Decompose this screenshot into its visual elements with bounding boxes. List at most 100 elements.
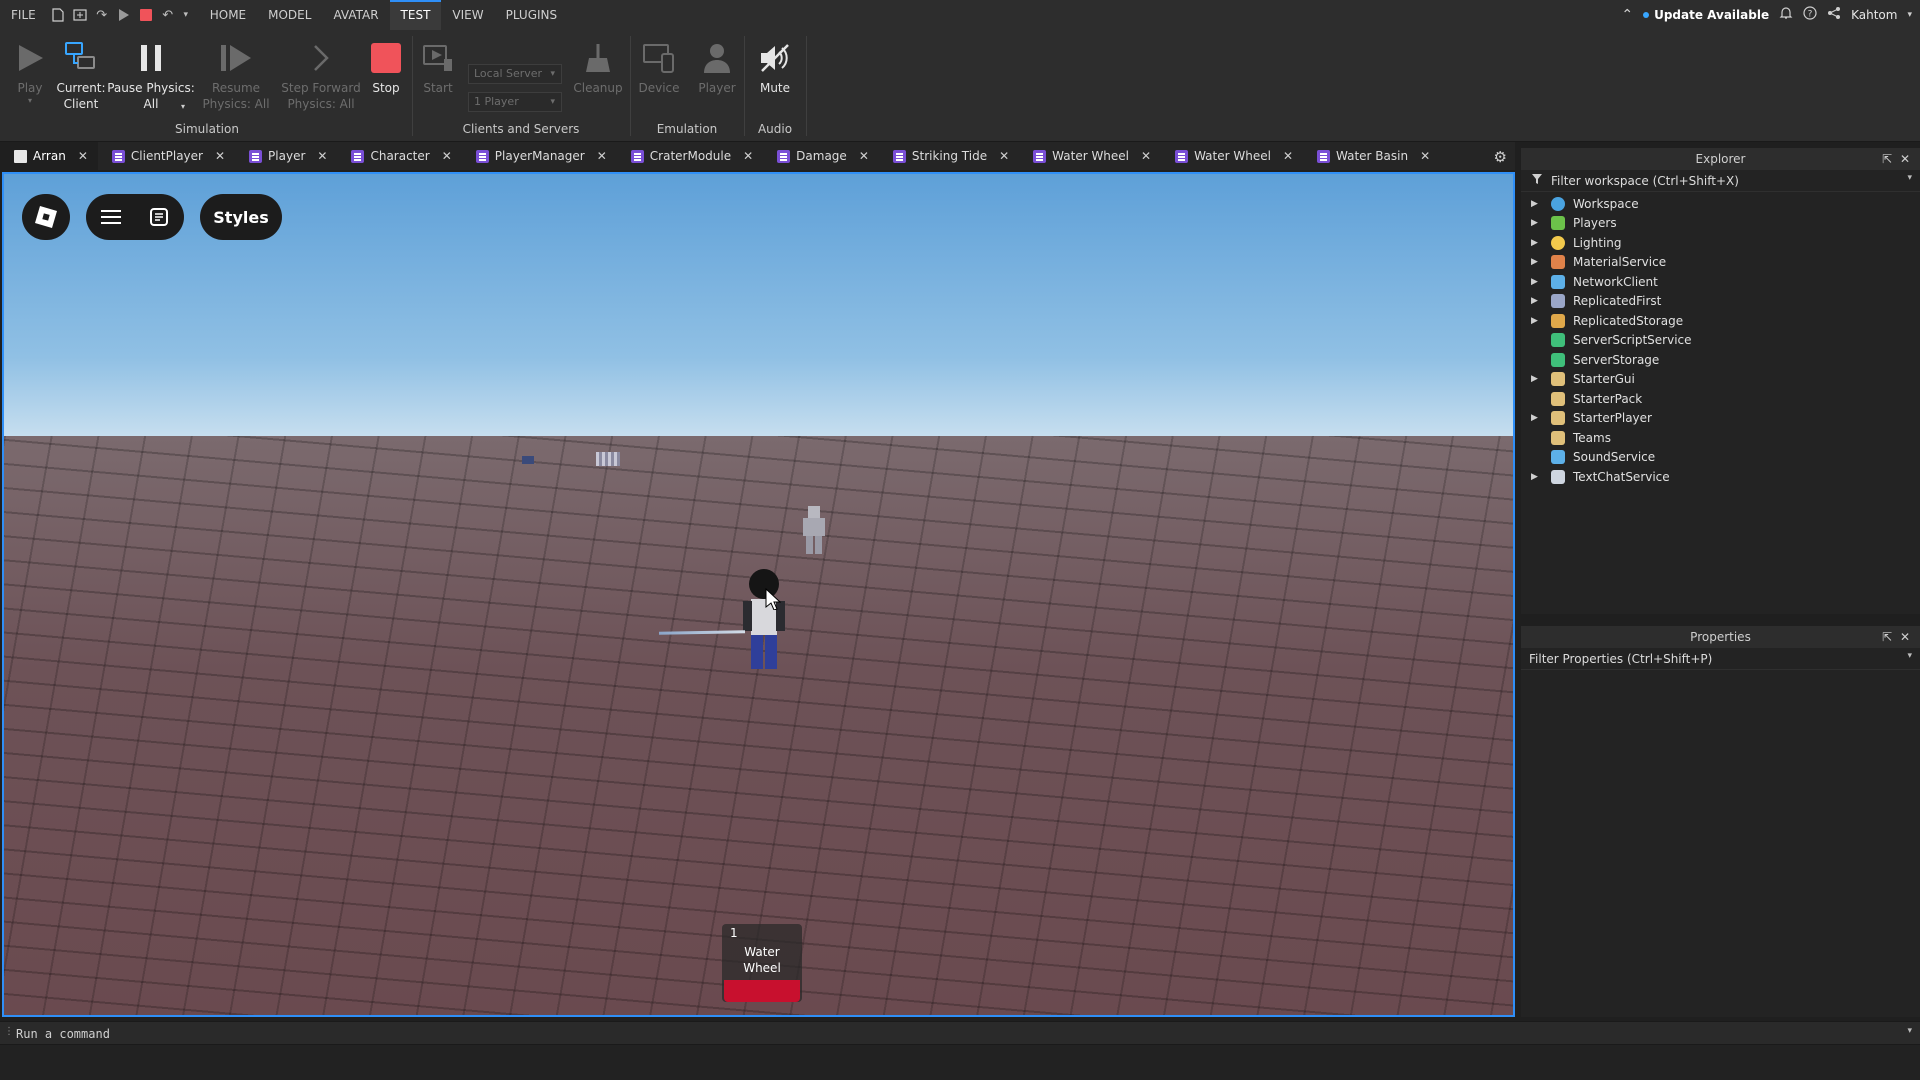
- close-icon[interactable]: ✕: [1900, 148, 1910, 170]
- tree-item-materialservice[interactable]: ▶ MaterialService: [1521, 253, 1920, 273]
- expand-arrow-icon[interactable]: ▶: [1531, 257, 1541, 267]
- close-icon[interactable]: ✕: [1420, 149, 1430, 163]
- close-icon[interactable]: ✕: [1900, 626, 1910, 648]
- styles-button[interactable]: Styles: [200, 194, 282, 240]
- expand-arrow-icon[interactable]: ▶: [1531, 238, 1541, 248]
- game-viewport[interactable]: Styles 1 Water Wheel: [2, 172, 1515, 1017]
- doc-tab-water-wheel-2[interactable]: Water Wheel ✕: [1161, 142, 1303, 170]
- menu-tab-avatar[interactable]: AVATAR: [322, 0, 389, 30]
- account-dropdown-icon[interactable]: ▾: [1907, 10, 1912, 20]
- close-icon[interactable]: ✕: [442, 149, 452, 163]
- command-input[interactable]: [16, 1024, 1876, 1044]
- tree-item-players[interactable]: ▶ Players: [1521, 214, 1920, 234]
- server-type-select[interactable]: Local Server ▾: [468, 64, 562, 84]
- player-count-select[interactable]: 1 Player ▾: [468, 92, 562, 112]
- tree-item-lighting[interactable]: ▶ Lighting: [1521, 233, 1920, 253]
- tree-item-replicatedfirst[interactable]: ▶ ReplicatedFirst: [1521, 292, 1920, 312]
- command-history-chevron-icon[interactable]: ▾: [1907, 1026, 1912, 1036]
- close-icon[interactable]: ✕: [859, 149, 869, 163]
- redo-icon[interactable]: ↷: [91, 0, 113, 30]
- expand-arrow-icon[interactable]: ▶: [1531, 218, 1541, 228]
- close-icon[interactable]: ✕: [743, 149, 753, 163]
- expand-arrow-icon[interactable]: ▶: [1531, 277, 1541, 287]
- update-available-button[interactable]: Update Available: [1643, 8, 1769, 22]
- expand-arrow-icon[interactable]: ▶: [1531, 296, 1541, 306]
- start-button[interactable]: Start: [418, 36, 458, 96]
- share-icon[interactable]: [1827, 6, 1841, 24]
- doc-tab-character[interactable]: Character ✕: [337, 142, 461, 170]
- current-client-button[interactable]: Current: Client: [54, 36, 108, 112]
- expand-arrow-icon[interactable]: ▶: [1531, 316, 1541, 326]
- open-file-icon[interactable]: [69, 0, 91, 30]
- play-quick-icon[interactable]: [113, 0, 135, 30]
- close-icon[interactable]: ✕: [597, 149, 607, 163]
- doc-tab-playermanager[interactable]: PlayerManager ✕: [462, 142, 617, 170]
- roblox-menu-button[interactable]: [22, 194, 70, 240]
- tree-item-textchatservice[interactable]: ▶ TextChatService: [1521, 467, 1920, 487]
- tree-item-serverscriptservice[interactable]: ServerScriptService: [1521, 331, 1920, 351]
- undo-icon[interactable]: ↶: [157, 0, 179, 30]
- menu-tab-test[interactable]: TEST: [389, 0, 442, 30]
- doc-tab-player[interactable]: Player ✕: [235, 142, 337, 170]
- properties-filter[interactable]: Filter Properties (Ctrl+Shift+P) ▾: [1521, 648, 1920, 670]
- tree-item-workspace[interactable]: ▶ Workspace: [1521, 194, 1920, 214]
- menu-tab-view[interactable]: VIEW: [441, 0, 494, 30]
- notification-bell-icon[interactable]: [1779, 6, 1793, 24]
- doc-tab-clientplayer[interactable]: ClientPlayer ✕: [98, 142, 235, 170]
- tree-item-teams[interactable]: Teams: [1521, 428, 1920, 448]
- tree-item-replicatedstorage[interactable]: ▶ ReplicatedStorage: [1521, 311, 1920, 331]
- undock-icon[interactable]: ⇱: [1882, 148, 1892, 170]
- close-icon[interactable]: ✕: [215, 149, 225, 163]
- pause-physics-button[interactable]: Pause Physics: All: [106, 36, 196, 112]
- play-button[interactable]: Play ▾: [12, 36, 48, 106]
- close-icon[interactable]: ✕: [317, 149, 327, 163]
- explorer-filter[interactable]: Filter workspace (Ctrl+Shift+X) ▾: [1521, 170, 1920, 192]
- tree-item-serverstorage[interactable]: ServerStorage: [1521, 350, 1920, 370]
- gear-icon[interactable]: ⚙: [1494, 148, 1507, 166]
- user-account-name[interactable]: Kahtom: [1851, 8, 1897, 22]
- menu-file[interactable]: FILE: [0, 0, 47, 30]
- close-icon[interactable]: ✕: [1283, 149, 1293, 163]
- expand-arrow-icon[interactable]: ▶: [1531, 472, 1541, 482]
- doc-tab-damage[interactable]: Damage ✕: [763, 142, 879, 170]
- expand-arrow-icon[interactable]: ▶: [1531, 199, 1541, 209]
- pause-dropdown-icon[interactable]: ▾: [181, 102, 185, 111]
- menu-tab-home[interactable]: HOME: [199, 0, 257, 30]
- collapse-ribbon-icon[interactable]: ⌃: [1621, 7, 1633, 23]
- step-forward-button[interactable]: Step Forward Physics: All: [278, 36, 364, 112]
- resume-physics-button[interactable]: Resume Physics: All: [200, 36, 272, 112]
- close-icon[interactable]: ✕: [78, 149, 88, 163]
- chevron-down-icon[interactable]: ▾: [1907, 651, 1912, 661]
- expand-arrow-icon[interactable]: ▶: [1531, 413, 1541, 423]
- hotbar-slot[interactable]: 1 Water Wheel: [722, 924, 802, 1002]
- doc-tab-striking-tide[interactable]: Striking Tide ✕: [879, 142, 1019, 170]
- stop-button[interactable]: Stop: [368, 36, 404, 96]
- doc-tab-water-basin[interactable]: Water Basin ✕: [1303, 142, 1440, 170]
- customize-toolbar-icon[interactable]: ▾: [179, 0, 193, 30]
- tree-item-soundservice[interactable]: SoundService: [1521, 448, 1920, 468]
- stop-quick-icon[interactable]: [135, 0, 157, 30]
- close-icon[interactable]: ✕: [999, 149, 1009, 163]
- play-dropdown-icon[interactable]: ▾: [28, 96, 32, 106]
- tree-item-starterplayer[interactable]: ▶ StarterPlayer: [1521, 409, 1920, 429]
- tree-item-networkclient[interactable]: ▶ NetworkClient: [1521, 272, 1920, 292]
- tree-item-startergui[interactable]: ▶ StarterGui: [1521, 370, 1920, 390]
- chevron-down-icon[interactable]: ▾: [1907, 173, 1912, 183]
- menu-tab-model[interactable]: MODEL: [257, 0, 322, 30]
- doc-tab-cratermodule[interactable]: CraterModule ✕: [617, 142, 763, 170]
- help-icon[interactable]: ?: [1803, 6, 1817, 24]
- tree-item-starterpack[interactable]: StarterPack: [1521, 389, 1920, 409]
- device-button[interactable]: Device: [636, 36, 682, 96]
- new-file-icon[interactable]: [47, 0, 69, 30]
- expand-arrow-icon[interactable]: ▶: [1531, 374, 1541, 384]
- undock-icon[interactable]: ⇱: [1882, 626, 1892, 648]
- doc-tab-water-wheel[interactable]: Water Wheel ✕: [1019, 142, 1161, 170]
- menu-tab-plugins[interactable]: PLUGINS: [495, 0, 569, 30]
- mute-button[interactable]: Mute: [752, 36, 798, 96]
- cleanup-button[interactable]: Cleanup: [570, 36, 626, 96]
- player-emulator-button[interactable]: Player: [694, 36, 740, 96]
- doc-tab-arran[interactable]: Arran ✕: [0, 142, 98, 170]
- drag-handle-icon[interactable]: ⋮: [4, 1026, 14, 1037]
- hamburger-menu-icon[interactable]: [87, 209, 135, 225]
- chat-icon[interactable]: [135, 207, 183, 227]
